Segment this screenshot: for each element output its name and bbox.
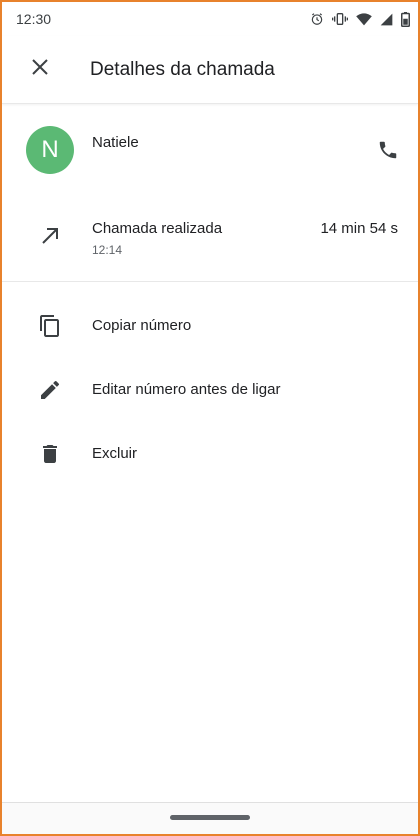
status-time: 12:30	[16, 11, 52, 27]
call-duration: 14 min 54 s	[320, 220, 398, 237]
page-title: Detalhes da chamada	[90, 58, 275, 80]
call-time: 12:14	[92, 243, 123, 257]
edit-number-button[interactable]: Editar número antes de ligar	[2, 364, 418, 416]
close-button[interactable]	[20, 50, 60, 90]
contact-name: Natiele	[92, 134, 139, 151]
wifi-icon	[356, 12, 372, 26]
alarm-icon	[310, 12, 324, 26]
copy-icon	[38, 314, 62, 338]
system-navigation-bar	[2, 802, 418, 834]
avatar: N	[26, 126, 74, 174]
avatar-initial: N	[41, 136, 59, 163]
copy-number-button[interactable]: Copiar número	[2, 300, 418, 352]
phone-icon	[377, 139, 399, 166]
close-icon	[31, 58, 49, 81]
trash-icon	[38, 442, 62, 466]
vibrate-icon	[332, 12, 348, 26]
battery-icon	[401, 11, 410, 27]
delete-button[interactable]: Excluir	[2, 428, 418, 480]
call-type: Chamada realizada	[92, 220, 223, 237]
app-bar: Detalhes da chamada	[2, 36, 418, 104]
call-details-row: Chamada realizada 12:14 14 min 54 s	[2, 210, 418, 282]
call-button[interactable]	[372, 136, 404, 168]
home-gesture-handle[interactable]	[170, 815, 250, 820]
contact-row: N Natiele	[2, 122, 418, 186]
outgoing-call-arrow-icon	[38, 224, 62, 248]
copy-number-label: Copiar número	[92, 317, 192, 334]
delete-label: Excluir	[92, 445, 138, 462]
edit-number-label: Editar número antes de ligar	[92, 381, 281, 398]
edit-icon	[38, 378, 62, 402]
status-bar: 12:30	[2, 2, 418, 36]
status-icons	[310, 11, 410, 27]
screen-frame: 12:30 Detalhes da chamada N Natiele Cham…	[0, 0, 420, 836]
signal-icon	[380, 13, 393, 26]
